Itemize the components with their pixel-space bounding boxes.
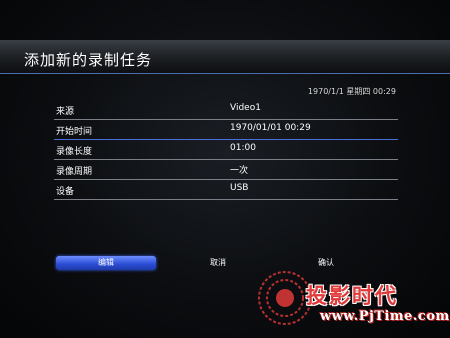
edit-button[interactable]: 编辑 bbox=[56, 256, 156, 270]
page-title: 添加新的录制任务 bbox=[24, 51, 153, 69]
field-label: 录像周期 bbox=[56, 167, 93, 177]
recording-task-screen: 添加新的录制任务 1970/1/1 星期四 00:29 来源 Video1 开始… bbox=[0, 0, 450, 338]
field-value[interactable]: 一次 bbox=[230, 163, 248, 176]
datetime-display: 1970/1/1 星期四 00:29 bbox=[307, 87, 396, 96]
field-label: 录像长度 bbox=[56, 147, 93, 157]
field-row-cycle[interactable]: 录像周期 一次 bbox=[54, 160, 398, 180]
watermark-brand: 投影时代 bbox=[306, 284, 398, 308]
task-form: 来源 Video1 开始时间 1970/01/01 00:29 录像长度 01:… bbox=[54, 100, 398, 200]
field-row-duration[interactable]: 录像长度 01:00 bbox=[54, 140, 398, 160]
field-row-device[interactable]: 设备 USB bbox=[54, 180, 398, 200]
field-value[interactable]: Video1 bbox=[230, 103, 261, 113]
watermark-site: www.PjTime.com bbox=[320, 309, 450, 324]
field-value[interactable]: USB bbox=[230, 183, 248, 193]
field-row-start-time[interactable]: 开始时间 1970/01/01 00:29 bbox=[54, 120, 398, 140]
field-label: 来源 bbox=[56, 107, 75, 117]
cancel-button[interactable]: 取消 bbox=[168, 256, 268, 270]
field-row-source[interactable]: 来源 Video1 bbox=[54, 100, 398, 120]
field-label: 设备 bbox=[56, 187, 75, 197]
field-label: 开始时间 bbox=[56, 127, 93, 137]
field-value[interactable]: 01:00 bbox=[230, 143, 256, 153]
field-value[interactable]: 1970/01/01 00:29 bbox=[230, 123, 311, 133]
